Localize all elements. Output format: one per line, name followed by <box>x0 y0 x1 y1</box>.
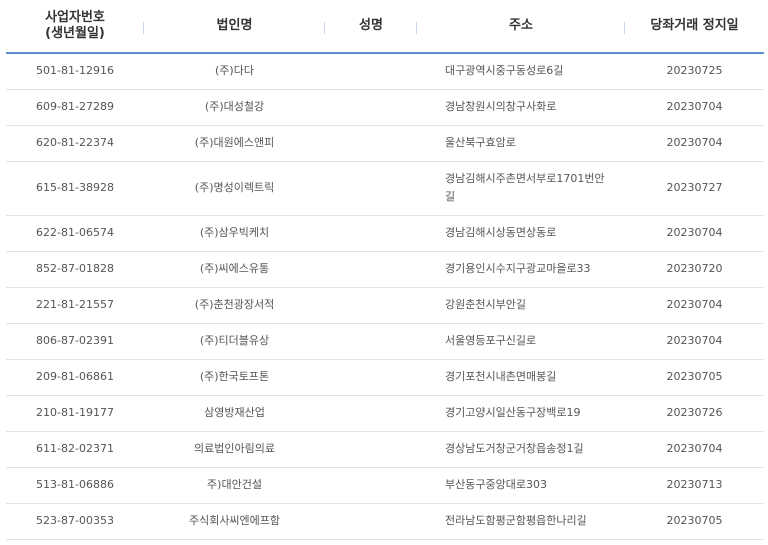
header-address: 주소 <box>417 0 625 54</box>
cell-biz-no: 609-81-27289 <box>6 89 144 126</box>
cell-biz-no: 620-81-22374 <box>6 125 144 162</box>
cell-biz-no: 622-81-06574 <box>6 215 144 252</box>
header-biz-no: 사업자번호 (생년월일) <box>6 0 144 54</box>
cell-corp-name: 의료법인아림의료 <box>144 431 325 468</box>
cell-person-name <box>325 431 417 468</box>
table-body: 501-81-12916 (주)다다 대구광역시중구동성로6길 20230725… <box>6 53 764 540</box>
cell-stop-date: 20230720 <box>625 251 764 288</box>
cell-biz-no: 513-81-06886 <box>6 467 144 504</box>
cell-address: 경남김해시상동면상동로 <box>417 215 625 252</box>
table-row: 523-87-00353 주식회사씨엔에프함 전라남도함평군함평읍한나리길 20… <box>6 503 764 540</box>
page: 사업자번호 (생년월일) 법인명 성명 주소 당좌거래 정지일 501-81-1… <box>0 0 768 545</box>
cell-corp-name: (주)명성이렉트릭 <box>144 161 325 216</box>
cell-person-name <box>325 503 417 540</box>
header-corp-name: 법인명 <box>144 0 325 54</box>
cell-address: 경상남도거창군거창읍송정1길 <box>417 431 625 468</box>
cell-address: 전라남도함평군함평읍한나리길 <box>417 503 625 540</box>
cell-address: 강원춘천시부안길 <box>417 287 625 324</box>
table-row: 221-81-21557 (주)춘천광장서적 강원춘천시부안길 20230704 <box>6 287 764 324</box>
cell-address: 경남김해시주촌면서부로1701번안길 <box>417 161 625 216</box>
cell-corp-name: (주)대성철강 <box>144 89 325 126</box>
cell-stop-date: 20230704 <box>625 125 764 162</box>
table-row: 620-81-22374 (주)대원에스앤피 울산북구효암로 20230704 <box>6 125 764 162</box>
cell-biz-no: 523-87-00353 <box>6 503 144 540</box>
cell-stop-date: 20230727 <box>625 161 764 216</box>
table-row: 622-81-06574 (주)삼우빅케치 경남김해시상동면상동로 202307… <box>6 215 764 252</box>
header-biz-no-line1: 사업자번호 <box>45 10 105 25</box>
cell-person-name <box>325 215 417 252</box>
cell-biz-no: 221-81-21557 <box>6 287 144 324</box>
cell-address: 부산동구중앙대로303 <box>417 467 625 504</box>
cell-stop-date: 20230704 <box>625 431 764 468</box>
header-biz-no-line2: (생년월일) <box>45 26 105 41</box>
cell-biz-no: 615-81-38928 <box>6 161 144 216</box>
cell-address: 경기용인시수지구광교마을로33 <box>417 251 625 288</box>
table-row: 210-81-19177 삼영방재산업 경기고양시일산동구장백로19 20230… <box>6 395 764 432</box>
cell-stop-date: 20230705 <box>625 359 764 396</box>
header-row: 사업자번호 (생년월일) 법인명 성명 주소 당좌거래 정지일 <box>6 0 764 54</box>
cell-corp-name: (주)대원에스앤피 <box>144 125 325 162</box>
table-row: 806-87-02391 (주)티더블유상 서울영등포구신길로 20230704 <box>6 323 764 360</box>
cell-corp-name: (주)삼우빅케치 <box>144 215 325 252</box>
cell-corp-name: 주식회사씨엔에프함 <box>144 503 325 540</box>
cell-biz-no: 852-87-01828 <box>6 251 144 288</box>
cell-stop-date: 20230704 <box>625 323 764 360</box>
table-row: 609-81-27289 (주)대성철강 경남창원시의창구사화로 2023070… <box>6 89 764 126</box>
cell-corp-name: 주)대안건설 <box>144 467 325 504</box>
cell-person-name <box>325 323 417 360</box>
table-row: 513-81-06886 주)대안건설 부산동구중앙대로303 20230713 <box>6 467 764 504</box>
cell-address: 경기고양시일산동구장백로19 <box>417 395 625 432</box>
cell-person-name <box>325 287 417 324</box>
table-row: 615-81-38928 (주)명성이렉트릭 경남김해시주촌면서부로1701번안… <box>6 161 764 216</box>
cell-stop-date: 20230725 <box>625 53 764 90</box>
cell-stop-date: 20230704 <box>625 287 764 324</box>
suspended-accounts-table: 사업자번호 (생년월일) 법인명 성명 주소 당좌거래 정지일 501-81-1… <box>6 0 764 540</box>
cell-corp-name: (주)티더블유상 <box>144 323 325 360</box>
cell-person-name <box>325 53 417 90</box>
cell-person-name <box>325 467 417 504</box>
cell-address: 울산북구효암로 <box>417 125 625 162</box>
header-address-label: 주소 <box>509 18 533 33</box>
cell-stop-date: 20230713 <box>625 467 764 504</box>
cell-person-name <box>325 395 417 432</box>
table-row: 852-87-01828 (주)씨에스유통 경기용인시수지구광교마을로33 20… <box>6 251 764 288</box>
cell-stop-date: 20230704 <box>625 215 764 252</box>
header-stop-date-label: 당좌거래 정지일 <box>650 18 739 33</box>
cell-address: 경기포천시내촌면매봉길 <box>417 359 625 396</box>
cell-corp-name: (주)씨에스유통 <box>144 251 325 288</box>
cell-stop-date: 20230726 <box>625 395 764 432</box>
table-row: 501-81-12916 (주)다다 대구광역시중구동성로6길 20230725 <box>6 53 764 90</box>
table-header: 사업자번호 (생년월일) 법인명 성명 주소 당좌거래 정지일 <box>6 0 764 54</box>
cell-stop-date: 20230705 <box>625 503 764 540</box>
cell-biz-no: 611-82-02371 <box>6 431 144 468</box>
header-stop-date: 당좌거래 정지일 <box>625 0 764 54</box>
cell-corp-name: (주)한국토프톤 <box>144 359 325 396</box>
cell-person-name <box>325 251 417 288</box>
cell-corp-name: (주)춘천광장서적 <box>144 287 325 324</box>
header-person-name-label: 성명 <box>359 18 383 33</box>
cell-person-name <box>325 89 417 126</box>
cell-person-name <box>325 125 417 162</box>
cell-corp-name: (주)다다 <box>144 53 325 90</box>
table-row: 209-81-06861 (주)한국토프톤 경기포천시내촌면매봉길 202307… <box>6 359 764 396</box>
header-person-name: 성명 <box>325 0 417 54</box>
cell-biz-no: 501-81-12916 <box>6 53 144 90</box>
cell-person-name <box>325 161 417 216</box>
cell-address: 대구광역시중구동성로6길 <box>417 53 625 90</box>
cell-biz-no: 209-81-06861 <box>6 359 144 396</box>
cell-address: 경남창원시의창구사화로 <box>417 89 625 126</box>
cell-biz-no: 806-87-02391 <box>6 323 144 360</box>
table-row: 611-82-02371 의료법인아림의료 경상남도거창군거창읍송정1길 202… <box>6 431 764 468</box>
cell-address: 서울영등포구신길로 <box>417 323 625 360</box>
cell-biz-no: 210-81-19177 <box>6 395 144 432</box>
cell-stop-date: 20230704 <box>625 89 764 126</box>
header-corp-name-label: 법인명 <box>216 18 253 33</box>
cell-person-name <box>325 359 417 396</box>
cell-corp-name: 삼영방재산업 <box>144 395 325 432</box>
